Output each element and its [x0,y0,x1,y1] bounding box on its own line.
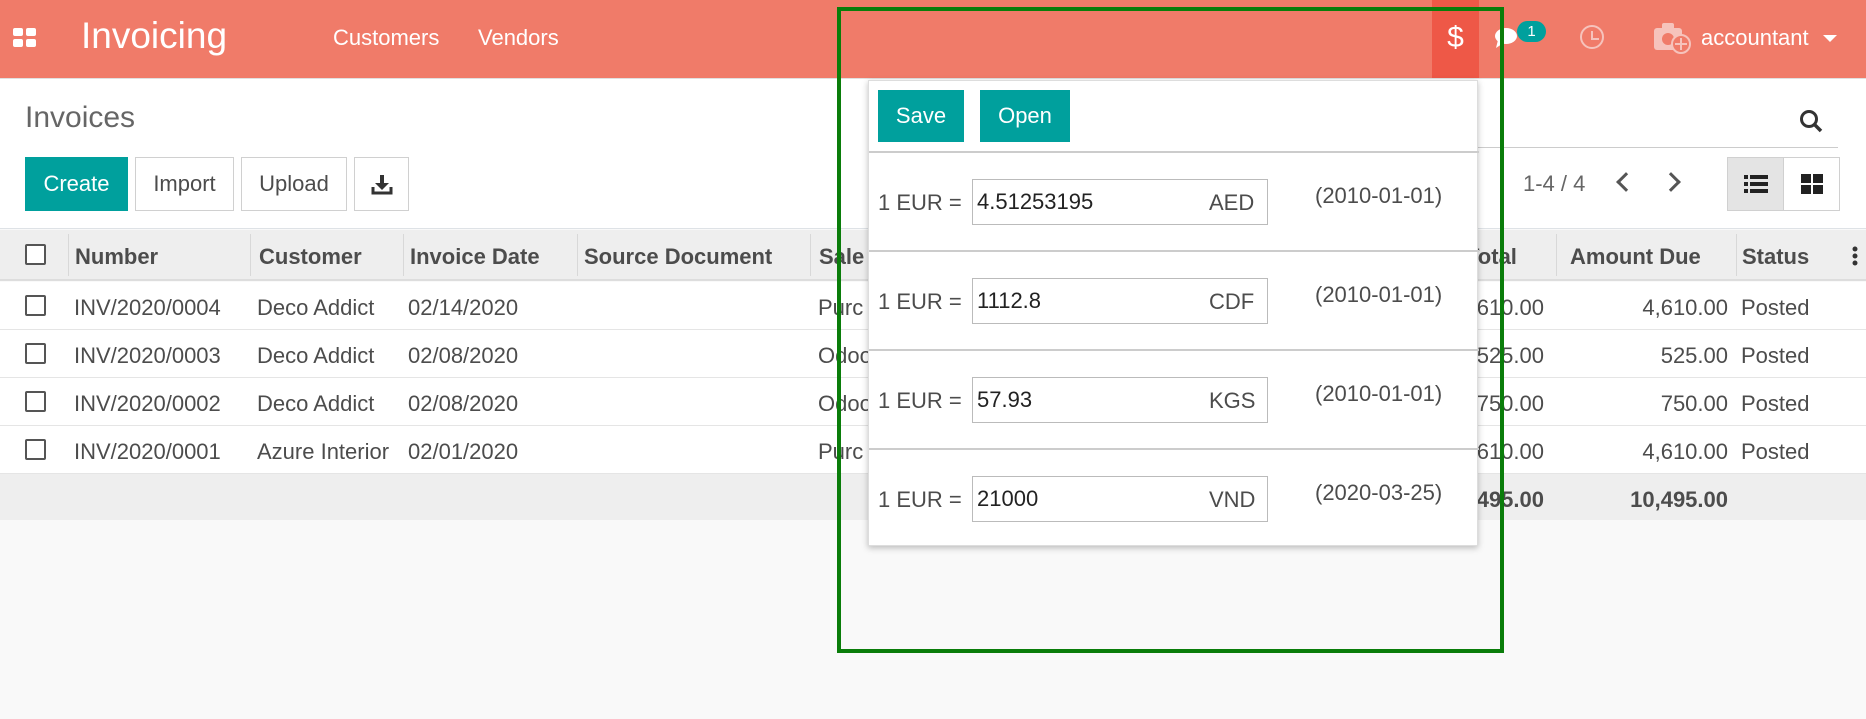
menu-vendors[interactable]: Vendors [478,25,559,51]
import-button[interactable]: Import [135,157,234,211]
cell-customer: Deco Addict [257,343,375,368]
rate-row-cdf: 1 EUR = CDF (2010-01-01) [869,252,1479,351]
row-checkbox[interactable] [25,295,46,316]
page-title: Invoices [25,101,136,134]
rate-label: 1 EUR = [878,388,962,413]
search-icon[interactable] [1799,109,1823,133]
download-button[interactable] [354,157,409,211]
column-divider [810,234,811,276]
column-number[interactable]: Number [75,244,158,270]
rate-date: (2010-01-01) [1315,381,1443,406]
column-divider [577,234,578,276]
currency-code: AED [1209,190,1255,215]
cell-number: INV/2020/0004 [74,295,221,320]
row-checkbox[interactable] [25,343,46,364]
rate-row-vnd: 1 EUR = VND (2020-03-25) [869,450,1479,549]
column-customer[interactable]: Customer [259,244,362,270]
column-divider [1736,234,1737,276]
cell-amount-due: 4,610.00 [1642,439,1728,464]
cell-invoice-date: 02/14/2020 [408,295,519,320]
rate-date: (2010-01-01) [1315,282,1443,307]
kanban-view-icon [1801,174,1823,194]
column-invoice-date[interactable]: Invoice Date [410,244,540,270]
rate-row-kgs: 1 EUR = KGS (2010-01-01) [869,351,1479,450]
cell-invoice-date: 02/08/2020 [408,391,519,416]
select-all-checkbox[interactable] [25,244,46,265]
cell-amount-due: 4,610.00 [1642,295,1728,320]
cell-status: Posted [1741,439,1810,464]
apps-menu-icon[interactable] [13,28,37,48]
currency-rates-popover: Save Open 1 EUR = AED (2010-01-01) 1 EUR… [868,80,1479,549]
cell-source: Odoo [818,343,872,368]
app-title: Invoicing [81,15,228,56]
cell-number: INV/2020/0002 [74,391,221,416]
list-view-button[interactable] [1727,157,1784,211]
cell-amount-due: 525.00 [1660,343,1728,368]
column-divider [68,234,69,276]
kanban-view-button[interactable] [1783,157,1840,211]
cell-number: INV/2020/0003 [74,343,221,368]
column-divider [250,234,251,276]
currency-code: CDF [1209,289,1255,314]
cell-source: Purc [818,295,864,320]
cell-customer: Azure Interior [257,439,390,464]
user-menu-name[interactable]: accountant [1701,25,1809,51]
currency-code: VND [1209,487,1256,512]
cell-customer: Deco Addict [257,295,375,320]
upload-button[interactable]: Upload [241,157,347,211]
row-checkbox[interactable] [25,391,46,412]
rate-date: (2020-03-25) [1315,480,1443,505]
cell-customer: Deco Addict [257,391,375,416]
download-icon [371,175,392,195]
cell-amount-due: 750.00 [1660,391,1728,416]
cell-number: INV/2020/0001 [74,439,221,464]
row-checkbox[interactable] [25,439,46,460]
rate-label: 1 EUR = [878,289,962,314]
optional-columns-icon[interactable] [1852,246,1858,266]
rate-date: (2010-01-01) [1315,183,1443,208]
open-button[interactable]: Open [980,90,1070,142]
column-divider [403,234,404,276]
search-input[interactable] [1478,100,1838,148]
currency-rates-button[interactable]: $ [1432,0,1479,78]
cell-source: Purc [818,439,864,464]
column-amount-due[interactable]: Amount Due [1570,244,1701,270]
menu-customers[interactable]: Customers [333,25,439,51]
create-button[interactable]: Create [25,157,128,211]
user-avatar-camera-icon[interactable] [1653,20,1691,54]
list-view-icon [1744,175,1768,193]
activity-clock-icon[interactable] [1580,25,1604,49]
cell-status: Posted [1741,295,1810,320]
column-sale[interactable]: Sale [819,244,864,270]
popover-header: Save Open [869,81,1479,153]
cell-invoice-date: 02/08/2020 [408,343,519,368]
rate-label: 1 EUR = [878,487,962,512]
rate-label: 1 EUR = [878,190,962,215]
rate-row-aed: 1 EUR = AED (2010-01-01) [869,153,1479,252]
column-divider [1556,234,1557,276]
save-button[interactable]: Save [878,90,964,142]
cell-status: Posted [1741,343,1810,368]
column-source-document[interactable]: Source Document [584,244,772,270]
cell-source: Odoo [818,391,872,416]
pager-previous-icon[interactable] [1616,172,1636,192]
pager-next-icon[interactable] [1661,172,1681,192]
column-status[interactable]: Status [1742,244,1809,270]
currency-code: KGS [1209,388,1256,413]
pager-value[interactable]: 1-4 / 4 [1523,171,1585,197]
top-navbar: Invoicing Customers Vendors $ 1 accounta… [0,0,1866,79]
cell-invoice-date: 02/01/2020 [408,439,519,464]
user-caret-down-icon[interactable] [1823,35,1837,42]
amount-due-sum: 10,495.00 [1630,487,1728,512]
cell-status: Posted [1741,391,1810,416]
messages-badge: 1 [1517,21,1546,42]
